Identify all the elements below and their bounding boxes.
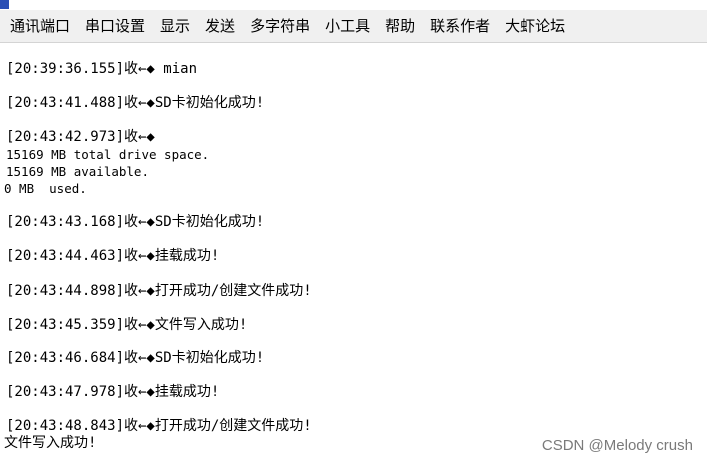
log-line: [20:43:48.843]收←◆打开成功/创建文件成功! xyxy=(6,418,312,434)
title-bar xyxy=(0,0,707,9)
log-line: [20:43:47.978]收←◆挂载成功! xyxy=(6,384,220,400)
log-line: [20:43:41.488]收←◆SD卡初始化成功! xyxy=(6,95,265,111)
log-line: [20:43:44.463]收←◆挂载成功! xyxy=(6,248,220,264)
log-line: 15169 MB available. xyxy=(6,164,149,179)
menu-item-contact-author[interactable]: 联系作者 xyxy=(424,10,499,43)
log-line: 0 MB used. xyxy=(4,181,87,196)
menu-bar: 通讯端口 串口设置 显示 发送 多字符串 小工具 帮助 联系作者 大虾论坛 xyxy=(0,10,707,43)
log-line: [20:43:45.359]收←◆文件写入成功! xyxy=(6,317,248,333)
log-line: [20:43:43.168]收←◆SD卡初始化成功! xyxy=(6,214,265,230)
menu-item-help[interactable]: 帮助 xyxy=(379,10,424,43)
menu-item-tools[interactable]: 小工具 xyxy=(319,10,379,43)
log-line: [20:39:36.155]收←◆ mian xyxy=(6,61,198,77)
watermark: CSDN @Melody crush xyxy=(541,437,693,454)
menu-item-send[interactable]: 发送 xyxy=(199,10,244,43)
log-line: 文件写入成功! xyxy=(4,435,97,451)
log-line: 15169 MB total drive space. xyxy=(6,147,210,162)
menu-item-multi-string[interactable]: 多字符串 xyxy=(244,10,319,43)
menu-item-comm-port[interactable]: 通讯端口 xyxy=(4,10,79,43)
log-line: [20:43:46.684]收←◆SD卡初始化成功! xyxy=(6,350,265,366)
log-line: [20:43:42.973]收←◆ xyxy=(6,129,155,145)
receive-area[interactable]: [20:39:36.155]收←◆ mian [20:43:41.488]收←◆… xyxy=(0,44,707,465)
menu-item-forum[interactable]: 大虾论坛 xyxy=(499,10,574,43)
app-icon xyxy=(0,0,9,9)
menu-item-serial-settings[interactable]: 串口设置 xyxy=(79,10,154,43)
menu-item-display[interactable]: 显示 xyxy=(154,10,199,43)
log-line: [20:43:44.898]收←◆打开成功/创建文件成功! xyxy=(6,283,312,299)
